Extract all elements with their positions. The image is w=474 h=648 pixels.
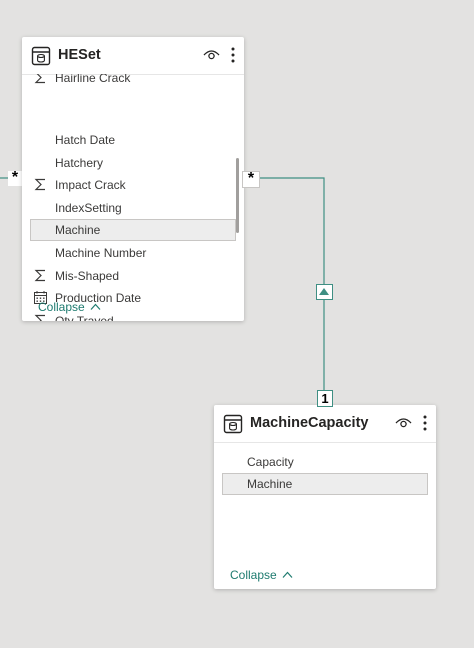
sigma-icon — [34, 178, 45, 191]
eye-icon[interactable] — [203, 49, 220, 61]
collapse-label: Collapse — [38, 300, 85, 314]
table-header[interactable]: HESet — [22, 37, 244, 75]
field-machine-number[interactable]: Machine Number — [30, 242, 236, 264]
relationship-one-marker: 1 — [317, 390, 333, 407]
table-icon — [31, 46, 51, 66]
field-label: Hatch Date — [55, 133, 116, 147]
field-label: Machine — [55, 223, 101, 237]
field-list[interactable]: Capacity Machine — [214, 442, 436, 589]
field-capacity[interactable]: Capacity — [222, 451, 428, 473]
chevron-up-icon — [90, 303, 101, 310]
cross-filter-direction-icon[interactable] — [316, 284, 333, 300]
field-label: Capacity — [247, 455, 294, 469]
relationship-many-marker: * — [242, 171, 260, 188]
chevron-up-icon — [282, 571, 293, 578]
more-options-icon[interactable] — [228, 46, 238, 64]
field-hatchery[interactable]: Hatchery — [30, 152, 236, 174]
field-label: Machine — [247, 477, 293, 491]
field-label: Machine Number — [55, 246, 147, 260]
scrollbar-thumb[interactable] — [236, 158, 239, 233]
field-mis-shaped[interactable]: Mis-Shaped — [30, 265, 236, 287]
collapse-link[interactable]: Collapse — [38, 300, 101, 314]
field-label: Mis-Shaped — [55, 269, 120, 283]
eye-icon[interactable] — [395, 417, 412, 429]
field-machine[interactable]: Machine — [30, 219, 236, 241]
field-impact-crack[interactable]: Impact Crack — [30, 174, 236, 196]
sigma-icon — [34, 269, 45, 282]
sigma-icon — [34, 314, 45, 321]
table-title: MachineCapacity — [250, 415, 369, 431]
table-card-machinecapacity[interactable]: MachineCapacity Capacity Machine Collaps… — [214, 390, 436, 589]
field-index-setting[interactable]: IndexSetting — [30, 197, 236, 219]
field-label: Impact Crack — [55, 178, 126, 192]
field-hairline-crack[interactable]: Hairline Crack — [30, 74, 236, 89]
field-machine[interactable]: Machine — [222, 473, 428, 495]
field-label: Hatchery — [55, 156, 104, 170]
collapse-link[interactable]: Collapse — [230, 568, 293, 582]
field-label: IndexSetting — [55, 201, 122, 215]
table-header[interactable]: MachineCapacity — [214, 405, 436, 443]
field-hatch-date[interactable]: Hatch Date — [30, 129, 236, 151]
collapse-label: Collapse — [230, 568, 277, 582]
relationship-many-marker-left: * — [8, 170, 22, 186]
sigma-icon — [34, 74, 45, 84]
table-icon — [223, 414, 243, 434]
table-card-heset[interactable]: HESet Hairline Crack Hatch Date Hatchery — [22, 37, 260, 321]
field-label: Hairline Crack — [55, 74, 131, 85]
field-list[interactable]: Hairline Crack Hatch Date Hatchery Impac… — [22, 74, 244, 321]
table-title: HESet — [58, 47, 101, 63]
more-options-icon[interactable] — [420, 414, 430, 432]
